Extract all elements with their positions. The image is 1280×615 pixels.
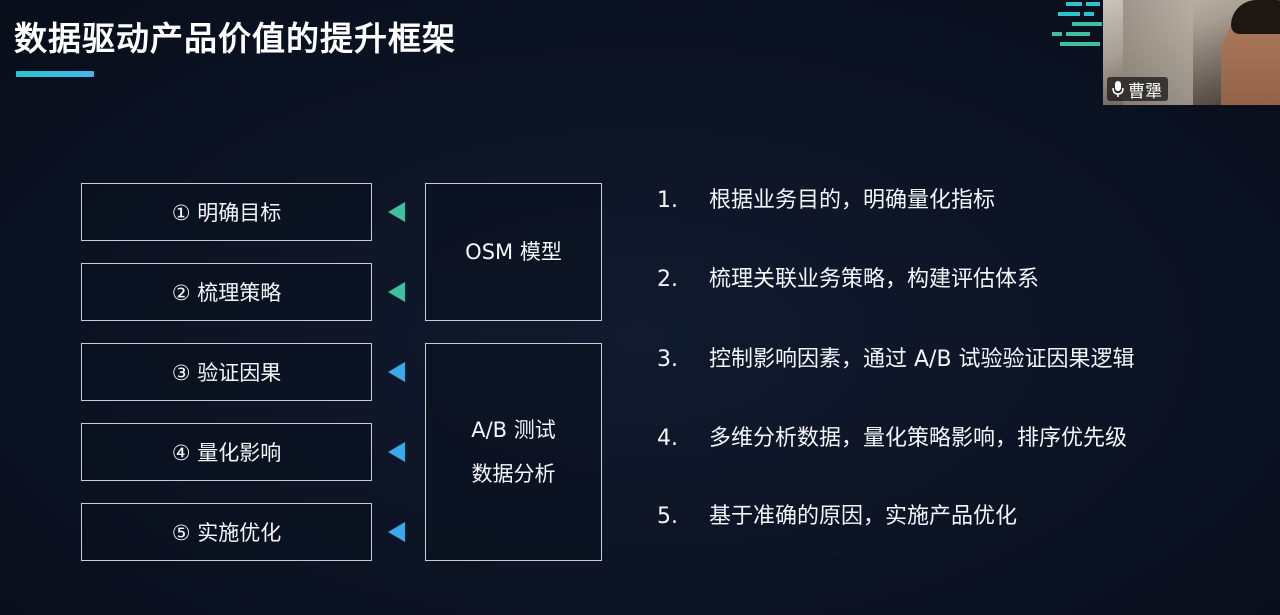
slide-title: 数据驱动产品价值的提升框架 (14, 19, 456, 58)
step-box-1: ① 明确目标 (81, 183, 372, 241)
list-number: 1. (657, 188, 678, 213)
list-text: 基于准确的原因，实施产品优化 (709, 504, 1018, 529)
decorative-bars-icon (1052, 2, 1102, 46)
list-text: 根据业务目的，明确量化指标 (709, 188, 996, 213)
arrow-left-icon (388, 282, 405, 302)
speaker-hair (1231, 0, 1280, 34)
list-number: 5. (657, 504, 678, 529)
arrow-left-icon (388, 522, 405, 542)
arrow-left-icon (388, 362, 405, 382)
microphone-icon (1112, 81, 1124, 97)
arrow-left-icon (388, 442, 405, 462)
group-label-line-1: A/B 测试 (471, 418, 556, 442)
group-label-line-2: 数据分析 (471, 462, 556, 486)
step-label: ③ 验证因果 (171, 361, 282, 385)
list-item: 5. 基于准确的原因，实施产品优化 (657, 498, 1017, 530)
slide: 数据驱动产品价值的提升框架 曹犟 ① 明确目标 ② 梳理策略 ③ 验证因果 ④ … (0, 0, 1280, 615)
title-underline (16, 71, 94, 77)
list-item: 4. 多维分析数据，量化策略影响，排序优先级 (657, 420, 1127, 452)
step-label: ④ 量化影响 (171, 441, 282, 465)
list-text: 梳理关联业务策略，构建评估体系 (709, 267, 1040, 292)
step-label: ① 明确目标 (171, 201, 282, 225)
step-box-3: ③ 验证因果 (81, 343, 372, 401)
list-number: 4. (657, 426, 678, 451)
speaker-name: 曹犟 (1128, 81, 1162, 102)
list-number: 3. (657, 347, 678, 372)
step-box-2: ② 梳理策略 (81, 263, 372, 321)
list-item: 3. 控制影响因素，通过 A/B 试验验证因果逻辑 (657, 341, 1135, 373)
group-box-osm: OSM 模型 (425, 183, 602, 321)
step-label: ② 梳理策略 (171, 281, 282, 305)
list-item: 2. 梳理关联业务策略，构建评估体系 (657, 261, 1039, 293)
list-text: 多维分析数据，量化策略影响，排序优先级 (709, 426, 1128, 451)
speaker-video[interactable]: 曹犟 (1103, 0, 1280, 105)
group-label: OSM 模型 (465, 240, 562, 264)
speaker-name-tag: 曹犟 (1107, 77, 1168, 102)
step-label: ⑤ 实施优化 (171, 521, 282, 545)
group-box-ab-test: A/B 测试 数据分析 (425, 343, 602, 561)
list-item: 1. 根据业务目的，明确量化指标 (657, 182, 995, 214)
step-box-5: ⑤ 实施优化 (81, 503, 372, 561)
list-number: 2. (657, 267, 678, 292)
list-text: 控制影响因素，通过 A/B 试验验证因果逻辑 (709, 347, 1135, 372)
arrow-left-icon (388, 202, 405, 222)
step-box-4: ④ 量化影响 (81, 423, 372, 481)
